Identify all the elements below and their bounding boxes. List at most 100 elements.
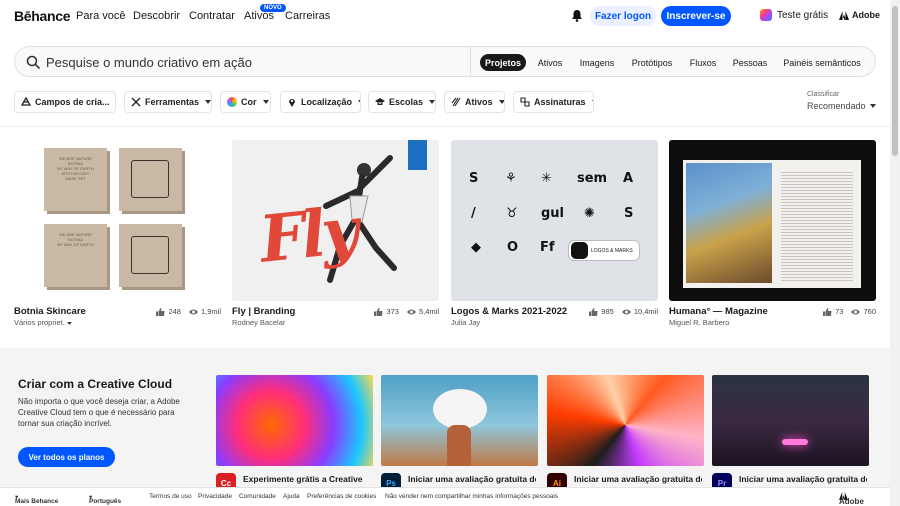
filter-divider: [0, 126, 890, 127]
adobe-link[interactable]: Adobe: [839, 10, 880, 20]
filter-subscriptions[interactable]: Assinaturas: [513, 91, 594, 113]
featured-ribbon-icon: [408, 140, 427, 170]
thumbs-up-icon: [374, 307, 383, 316]
filter-schools[interactable]: Escolas: [368, 91, 436, 113]
project-title[interactable]: Logos & Marks 2021-2022: [451, 306, 567, 317]
footer-link-help[interactable]: Ajuda: [283, 493, 300, 500]
language-selector[interactable]: Português ▾: [89, 493, 121, 505]
cloud-shape: [433, 389, 487, 429]
page-scrollbar[interactable]: [890, 0, 900, 506]
views-stat: 1,9mil: [188, 307, 221, 316]
tab-images[interactable]: Imagens: [576, 54, 618, 71]
app-promo-label: Iniciar uma avaliação gratuita de: [739, 474, 867, 484]
login-button[interactable]: Fazer logon: [590, 6, 656, 26]
illustration-stamp: [131, 160, 169, 198]
footer-link-cookies[interactable]: Preferências de cookies: [307, 493, 376, 500]
footer-link-terms[interactable]: Termos de uso: [149, 493, 192, 500]
filter-creative-fields-label: Campos de cria...: [35, 97, 110, 107]
adobe-footer-link[interactable]: Adobe: [839, 492, 864, 506]
creative-cloud-section: Criar com a Creative Cloud Não importa o…: [0, 348, 890, 493]
project-thumbnail[interactable]: [669, 140, 876, 301]
nav-link-for-you[interactable]: Para você: [76, 10, 126, 22]
app-promo-image: [712, 375, 869, 466]
free-trial-label: Teste grátis: [777, 9, 829, 21]
project-card[interactable]: Humana° — Magazine Miguel R. Barbero 73 …: [669, 140, 876, 327]
chevron-down-icon: [591, 100, 593, 102]
filter-color-label: Cor: [241, 97, 257, 107]
top-navigation: Bēhance Para você Descobrir Contratar At…: [0, 0, 890, 33]
project-thumbnail[interactable]: S ⚘ ✳ sem A / ♉ gul ✺ S ◆ O Ff LOGOS & M…: [451, 140, 658, 301]
app-promo-label: Iniciar uma avaliação gratuita de: [408, 474, 536, 484]
search-bar: Projetos Ativos Imagens Protótipos Fluxo…: [14, 46, 876, 77]
tab-projects[interactable]: Projetos: [480, 54, 526, 71]
project-card[interactable]: Fly Fly | Branding Rodney Bacelar 373 5,…: [232, 140, 439, 327]
project-stats: 985 10,4mil: [589, 307, 658, 316]
project-thumbnail[interactable]: Fly: [232, 140, 439, 301]
chevron-down-icon: [869, 104, 876, 108]
search-input[interactable]: [46, 53, 466, 71]
free-trial-link[interactable]: Teste grátis: [760, 9, 828, 21]
new-badge: NOVO: [260, 4, 286, 12]
project-card[interactable]: S ⚘ ✳ sem A / ♉ gul ✺ S ◆ O Ff LOGOS & M…: [451, 140, 658, 327]
project-card[interactable]: WE ARE NATURE BOTNIA BY WAY OF EARTH APO…: [14, 140, 221, 327]
nav-link-careers[interactable]: Carreiras: [285, 10, 330, 22]
views-stat: 10,4mil: [621, 307, 658, 316]
filter-tools[interactable]: Ferramentas: [124, 91, 212, 113]
filter-assets-label: Ativos: [465, 97, 493, 107]
logo-glyph: ♉: [506, 206, 518, 221]
logo-glyph: ◆: [471, 240, 481, 255]
logo-glyph: Ff: [540, 240, 555, 255]
signup-button[interactable]: Inscrever-se: [661, 6, 731, 26]
tab-assets[interactable]: Ativos: [533, 54, 567, 71]
eye-icon: [406, 309, 416, 314]
behance-logo[interactable]: Bēhance: [14, 8, 71, 24]
person-shape: [447, 425, 471, 466]
views-count: 5,4mil: [418, 307, 439, 316]
footer-link-privacy[interactable]: Privacidade: [198, 493, 232, 500]
chevron-down-icon: [67, 322, 72, 325]
illustration-stamp: [131, 236, 169, 274]
scrollbar-thumb[interactable]: [892, 6, 898, 156]
app-promo-label: Experimente grátis a Creative: [243, 474, 363, 484]
view-plans-button[interactable]: Ver todos os planos: [18, 447, 115, 467]
filter-creative-fields[interactable]: Campos de cria...: [14, 91, 116, 113]
views-count: 760: [863, 307, 876, 316]
app-promo-card[interactable]: Ai Iniciar uma avaliação gratuita de: [547, 375, 704, 493]
filter-color[interactable]: Cor: [220, 91, 271, 113]
likes-count: 985: [601, 307, 614, 316]
sort-dropdown[interactable]: Classificar Recomendado: [807, 91, 876, 111]
app-promo-card[interactable]: Ps Iniciar uma avaliação gratuita de: [381, 375, 538, 493]
footer-link-do-not-sell[interactable]: Não vender nem compartilhar minhas infor…: [385, 493, 558, 500]
project-thumbnail[interactable]: WE ARE NATURE BOTNIA BY WAY OF EARTH APO…: [14, 140, 221, 301]
sort-value: Recomendado: [807, 101, 876, 111]
project-owner[interactable]: Vários propriet.: [14, 318, 72, 327]
more-behance-link[interactable]: Mais Behance ▾: [15, 493, 58, 505]
tab-people[interactable]: Pessoas: [728, 54, 772, 71]
logo-glyph: ✳: [541, 171, 552, 186]
tab-prototypes[interactable]: Protótipos: [627, 54, 677, 71]
logo-mark-icon: [571, 242, 588, 259]
box-text: MASK SET: [65, 176, 86, 181]
nav-link-discover[interactable]: Descobrir: [133, 10, 180, 22]
footer-link-community[interactable]: Comunidade: [239, 493, 276, 500]
chevron-down-icon: [429, 100, 435, 104]
filter-location[interactable]: Localização: [280, 91, 361, 113]
tab-flows[interactable]: Fluxos: [685, 54, 721, 71]
app-promo-card[interactable]: Pr Iniciar uma avaliação gratuita de: [712, 375, 869, 493]
app-promo-card[interactable]: Cc Experimente grátis a Creative: [216, 375, 373, 493]
filter-location-label: Localização: [301, 97, 353, 107]
logo-glyph: sem: [577, 171, 608, 186]
likes-count: 373: [386, 307, 399, 316]
nav-link-hire[interactable]: Contratar: [189, 10, 235, 22]
bell-icon[interactable]: [571, 9, 583, 22]
logo-glyph: O: [507, 240, 519, 255]
filter-assets[interactable]: Ativos: [444, 91, 505, 113]
project-title[interactable]: Botnia Skincare: [14, 306, 86, 317]
project-owner[interactable]: Miguel R. Barbero: [669, 318, 729, 327]
tab-moodboards[interactable]: Painéis semânticos: [781, 54, 863, 71]
project-title[interactable]: Humana° — Magazine: [669, 306, 768, 317]
project-owner[interactable]: Rodney Bacelar: [232, 318, 285, 327]
project-owner[interactable]: Julia Jay: [451, 318, 480, 327]
project-title[interactable]: Fly | Branding: [232, 306, 295, 317]
magazine-spread: [683, 160, 861, 288]
